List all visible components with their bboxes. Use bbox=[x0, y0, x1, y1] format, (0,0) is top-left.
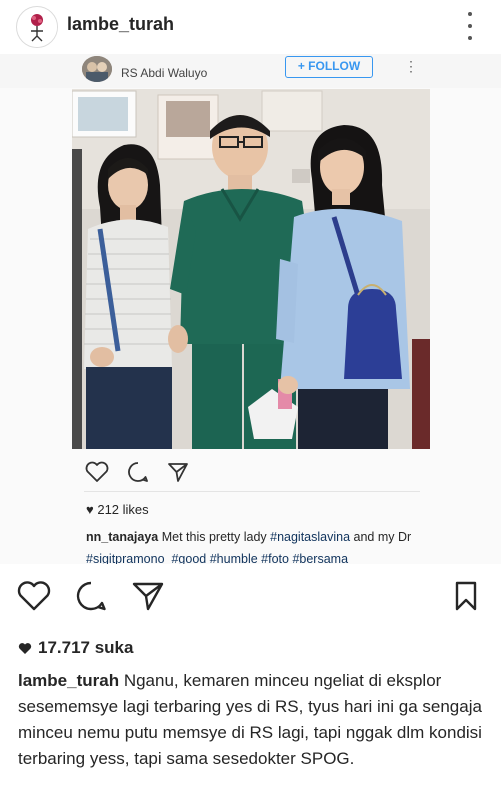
embedded-heart-small-icon: ♥ bbox=[86, 502, 94, 517]
embedded-hashtag: #foto bbox=[261, 552, 289, 564]
more-vertical-icon[interactable] bbox=[463, 12, 477, 40]
likes-count[interactable]: 17.717 suka bbox=[18, 638, 133, 658]
post-username[interactable]: lambe_turah bbox=[67, 14, 174, 35]
embedded-location: RS Abdi Waluyo bbox=[121, 66, 208, 80]
embedded-hashtag: #good bbox=[171, 552, 207, 564]
likes-count-text: 17.717 suka bbox=[38, 638, 134, 657]
embedded-comment-icon bbox=[128, 462, 148, 482]
caption-username[interactable]: lambe_turah bbox=[18, 671, 119, 690]
embedded-caption-text: Met this pretty lady bbox=[158, 530, 271, 544]
post-header: lambe_turah bbox=[0, 0, 501, 54]
post-caption: lambe_turah Nganu, kemaren minceu ngelia… bbox=[18, 668, 488, 772]
embedded-hashtag: #sigitpramono bbox=[86, 552, 165, 564]
embedded-hashtag: #bersama bbox=[292, 552, 349, 564]
heart-icon bbox=[17, 581, 51, 611]
embedded-avatar bbox=[82, 56, 112, 82]
heart-small-icon bbox=[18, 642, 32, 654]
embedded-more-icon: ⋮ bbox=[404, 58, 418, 74]
embedded-share-icon bbox=[168, 463, 188, 482]
embedded-hashtag: #nagitaslavina bbox=[270, 530, 351, 544]
embedded-avatar-icon bbox=[82, 56, 112, 82]
action-bar bbox=[0, 570, 501, 622]
embedded-heart-icon bbox=[85, 461, 109, 482]
embedded-caption-mid: and my Dr bbox=[350, 530, 412, 544]
share-button[interactable] bbox=[130, 578, 166, 614]
embedded-caption: nn_tanajaya Met this pretty lady #nagita… bbox=[86, 526, 426, 564]
comment-button[interactable] bbox=[73, 578, 109, 614]
embedded-likes-text: 212 likes bbox=[97, 502, 149, 517]
embedded-divider bbox=[84, 491, 420, 492]
share-icon bbox=[132, 582, 164, 611]
comment-icon bbox=[76, 581, 106, 611]
save-button[interactable] bbox=[448, 578, 484, 614]
embedded-hashtag: #humble bbox=[209, 552, 258, 564]
avatar[interactable] bbox=[16, 6, 58, 48]
embedded-screenshot: RS Abdi Waluyo + FOLLOW ⋮ ♥ 212 likes nn… bbox=[0, 54, 501, 564]
bookmark-icon bbox=[455, 581, 477, 611]
embedded-caption-user: nn_tanajaya bbox=[86, 530, 159, 544]
photo-illustration bbox=[72, 89, 430, 449]
embedded-photo bbox=[72, 89, 430, 449]
embedded-post-header: RS Abdi Waluyo + FOLLOW ⋮ bbox=[0, 54, 501, 88]
avatar-logo-icon bbox=[18, 8, 57, 47]
like-button[interactable] bbox=[16, 578, 52, 614]
embedded-action-bar bbox=[84, 458, 190, 486]
embedded-follow-button: + FOLLOW bbox=[285, 56, 373, 78]
embedded-likes: ♥ 212 likes bbox=[86, 502, 149, 517]
post-image[interactable]: RS Abdi Waluyo + FOLLOW ⋮ ♥ 212 likes nn… bbox=[0, 54, 501, 564]
